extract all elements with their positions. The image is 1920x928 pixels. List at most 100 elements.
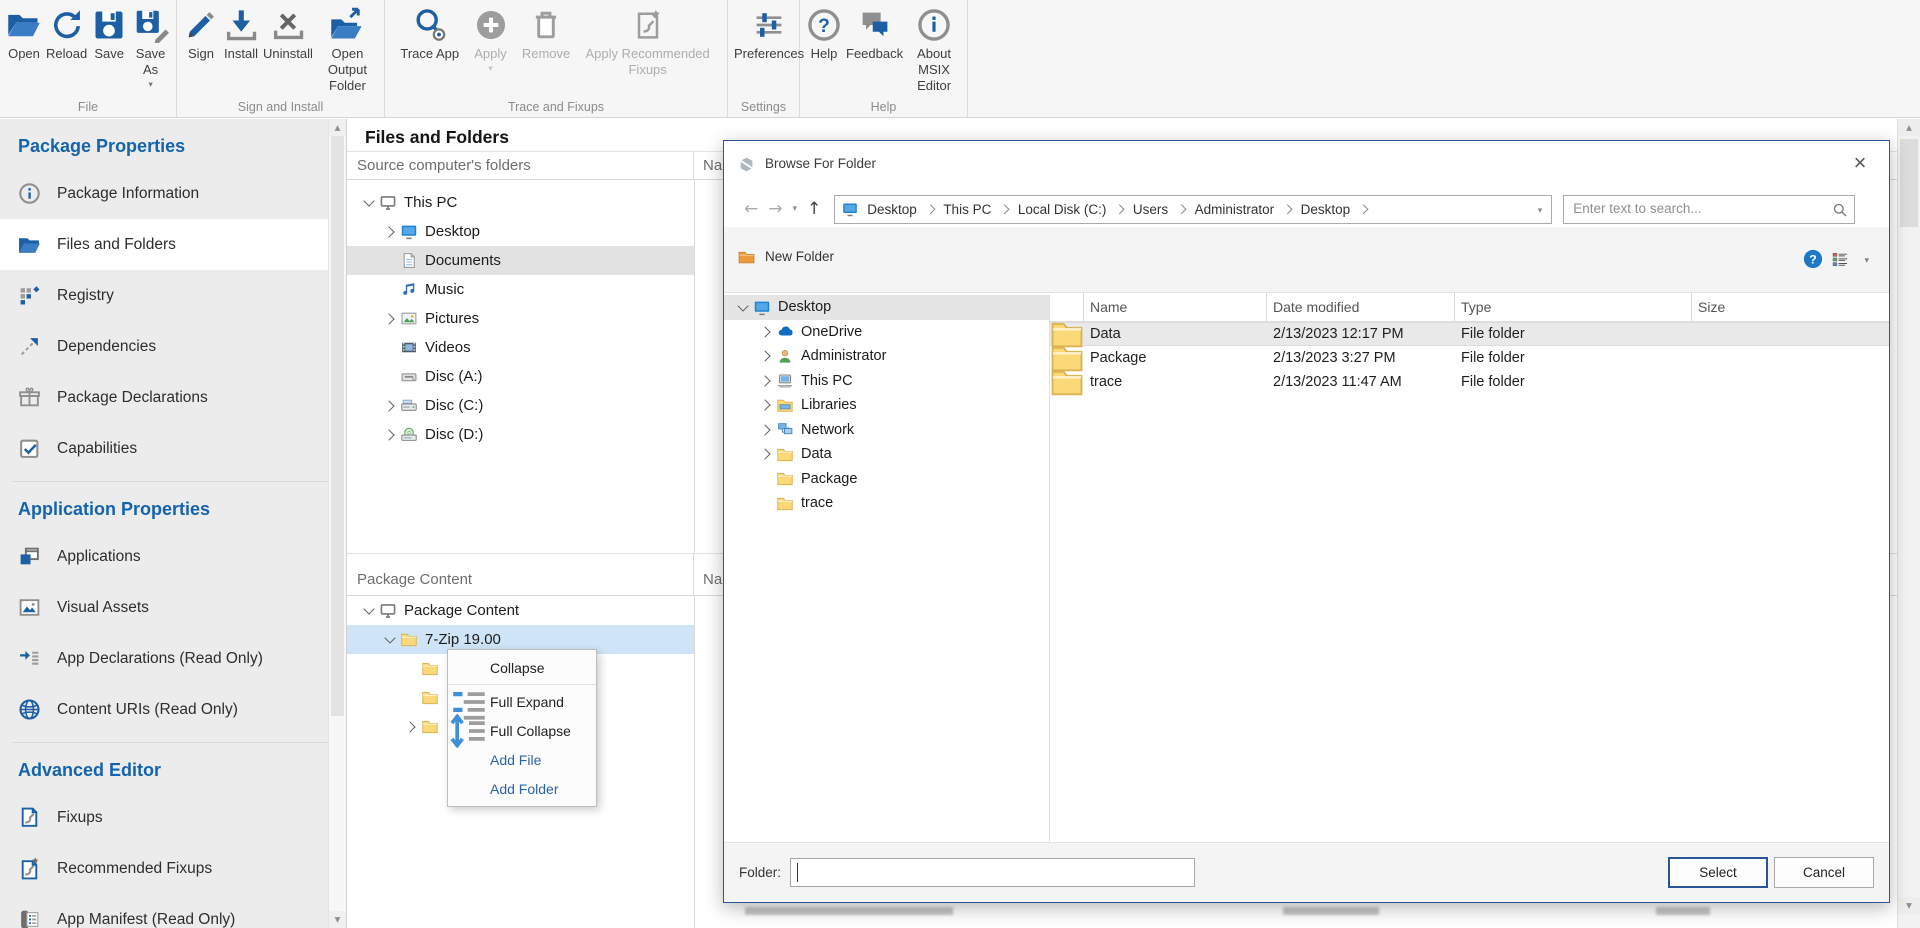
search-input[interactable]	[1564, 196, 1833, 222]
file-list-column-date-modified[interactable]: Date modified	[1267, 293, 1455, 321]
tree-item-package[interactable]: Package	[724, 467, 1049, 492]
tree-item-trace[interactable]: trace	[724, 491, 1049, 516]
ribbon-button-uninstall[interactable]: Uninstall	[261, 7, 315, 62]
menu-item-add-folder[interactable]: Add Folder	[448, 774, 596, 803]
ribbon-button-help[interactable]: ?Help	[804, 7, 844, 62]
close-icon[interactable]: ×	[1845, 148, 1875, 178]
menu-item-full-collapse[interactable]: Full Collapse	[448, 716, 596, 745]
ribbon-button-reload[interactable]: Reload	[44, 7, 89, 62]
sidebar-item-applications[interactable]: Applications	[0, 531, 328, 582]
ribbon-button-about-msix-editor[interactable]: About MSIX Editor	[905, 7, 963, 94]
tree-item-administrator[interactable]: Administrator	[724, 344, 1049, 369]
ribbon-button-save-as[interactable]: Save As▾	[129, 7, 172, 90]
occluded-background-text	[1656, 907, 1710, 915]
scroll-up-icon[interactable]: ▲	[329, 119, 346, 136]
help-icon: ?	[806, 7, 842, 43]
view-details-icon[interactable]	[1832, 251, 1849, 268]
chevron-right-icon	[402, 723, 419, 731]
sidebar-item-recommended-fixups[interactable]: Recommended Fixups	[0, 843, 328, 894]
up-icon[interactable]: ↑	[807, 201, 821, 218]
sidebar-scrollbar-thumb[interactable]	[331, 136, 344, 716]
tree-item-package-content[interactable]: Package Content	[347, 596, 694, 625]
help-icon[interactable]: ?	[1803, 249, 1823, 269]
breadcrumb-separator-icon	[1115, 204, 1124, 213]
folder-input[interactable]	[790, 858, 1195, 887]
back-icon[interactable]: ←	[744, 201, 758, 218]
sidebar-item-package-declarations[interactable]: Package Declarations	[0, 372, 328, 423]
forward-icon[interactable]: →	[768, 201, 782, 218]
ribbon-button-apply[interactable]: Apply▾	[471, 7, 511, 74]
applications-icon	[18, 545, 41, 568]
history-chevron-down-icon[interactable]: ▾	[793, 205, 798, 214]
sidebar-scrollbar[interactable]: ▲ ▼	[328, 119, 346, 928]
scroll-up-icon[interactable]: ▲	[1898, 119, 1920, 136]
sidebar-item-package-information[interactable]: Package Information	[0, 168, 328, 219]
sidebar-item-app-manifest-read-only[interactable]: App Manifest (Read Only)	[0, 894, 328, 928]
select-button[interactable]: Select	[1668, 857, 1768, 888]
tree-item-disc-d[interactable]: Disc (D:)	[347, 420, 694, 449]
ribbon-button-preferences[interactable]: Preferences	[732, 7, 806, 62]
file-row-package[interactable]: Package2/13/2023 3:27 PMFile folder	[1050, 346, 1889, 370]
folder-icon	[776, 495, 794, 512]
file-list-column-type[interactable]: Type	[1455, 293, 1692, 321]
file-row-data[interactable]: Data2/13/2023 12:17 PMFile folder	[1050, 322, 1889, 346]
ribbon-button-sign[interactable]: Sign	[181, 7, 221, 62]
ribbon-button-remove[interactable]: Remove	[520, 7, 572, 62]
tree-item-onedrive[interactable]: OneDrive	[724, 320, 1049, 345]
sidebar-item-registry[interactable]: Registry	[0, 270, 328, 321]
ribbon-button-save[interactable]: Save	[89, 7, 129, 62]
breadcrumb-chevron-down-icon[interactable]: ▾	[1538, 206, 1543, 216]
sidebar-item-files-and-folders[interactable]: Files and Folders	[0, 219, 328, 270]
scroll-down-icon[interactable]: ▼	[1898, 897, 1920, 914]
tree-item-disc-c[interactable]: Disc (C:)	[347, 391, 694, 420]
breadcrumb-item-this-pc[interactable]: This PC	[943, 202, 991, 217]
new-folder-button[interactable]: New Folder	[737, 248, 834, 265]
tree-item-desktop[interactable]: Desktop	[347, 217, 694, 246]
pc-icon	[379, 602, 397, 619]
tree-item-label: Music	[425, 281, 464, 298]
file-row-trace[interactable]: trace2/13/2023 11:47 AMFile folder	[1050, 370, 1889, 394]
tree-item-this-pc[interactable]: This PC	[724, 369, 1049, 394]
ribbon-button-apply-recommended-fixups[interactable]: Apply Recommended Fixups	[582, 7, 714, 78]
tree-item-this-pc[interactable]: This PC	[347, 188, 694, 217]
tree-item-desktop[interactable]: Desktop	[724, 295, 1049, 320]
breadcrumb-item-administrator[interactable]: Administrator	[1195, 202, 1275, 217]
main-scrollbar-thumb[interactable]	[1900, 139, 1918, 227]
sidebar-item-content-uris-read-only[interactable]: Content URIs (Read Only)	[0, 684, 328, 735]
view-chevron-down-icon[interactable]: ▾	[1864, 256, 1869, 266]
tree-item-data[interactable]: Data	[724, 442, 1049, 467]
ribbon-button-install[interactable]: Install	[221, 7, 261, 62]
tree-item-videos[interactable]: Videos	[347, 333, 694, 362]
tree-item-pictures[interactable]: Pictures	[347, 304, 694, 333]
tree-item-documents[interactable]: Documents	[347, 246, 694, 275]
sidebar-item-visual-assets[interactable]: Visual Assets	[0, 582, 328, 633]
main-window-scrollbar[interactable]: ▲ ▼	[1897, 119, 1920, 928]
sidebar-item-capabilities[interactable]: Capabilities	[0, 423, 328, 474]
sidebar-item-app-declarations-read-only[interactable]: App Declarations (Read Only)	[0, 633, 328, 684]
ribbon-button-open[interactable]: Open	[4, 7, 44, 62]
search-icon[interactable]	[1832, 202, 1848, 218]
folder-icon	[1050, 365, 1084, 399]
breadcrumb-item-users[interactable]: Users	[1133, 202, 1168, 217]
tree-item-libraries[interactable]: Libraries	[724, 393, 1049, 418]
tree-item-network[interactable]: Network	[724, 418, 1049, 443]
libraries-icon	[776, 397, 794, 414]
ribbon-button-feedback[interactable]: Feedback	[844, 7, 905, 62]
breadcrumb-item-desktop[interactable]: Desktop	[867, 202, 917, 217]
menu-item-collapse[interactable]: Collapse	[448, 653, 596, 682]
scroll-down-icon[interactable]: ▼	[329, 911, 346, 928]
cancel-button[interactable]: Cancel	[1774, 857, 1874, 888]
ribbon-button-trace-app[interactable]: Trace App	[398, 7, 461, 62]
ribbon-button-open-output-folder[interactable]: Open Output Folder	[315, 7, 380, 94]
file-list-column-size[interactable]: Size	[1692, 293, 1889, 321]
breadcrumb[interactable]: Desktop This PC Local Disk (C:) Users Admini…	[834, 195, 1552, 224]
file-list-column-name[interactable]: Name	[1084, 293, 1267, 321]
sidebar-item-dependencies[interactable]: Dependencies	[0, 321, 328, 372]
chevron-right-icon	[381, 431, 398, 439]
breadcrumb-item-desktop[interactable]: Desktop	[1301, 202, 1351, 217]
tree-item-music[interactable]: Music	[347, 275, 694, 304]
search-box	[1563, 195, 1855, 224]
tree-item-disc-a[interactable]: Disc (A:)	[347, 362, 694, 391]
sidebar-item-fixups[interactable]: Fixups	[0, 792, 328, 843]
breadcrumb-item-local-disk-c[interactable]: Local Disk (C:)	[1018, 202, 1107, 217]
